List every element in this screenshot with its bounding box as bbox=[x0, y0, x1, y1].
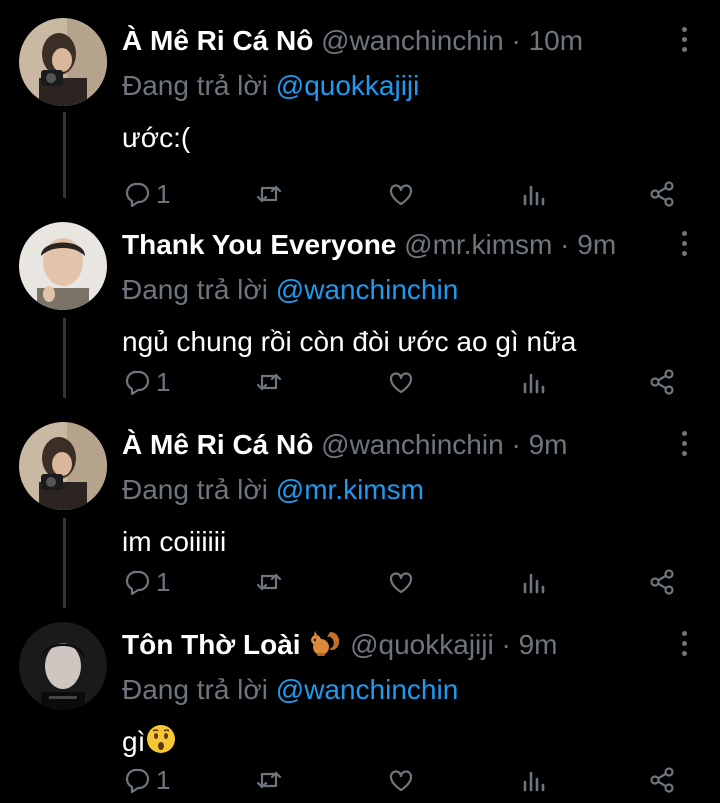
tweet-text: im coiiiiii bbox=[122, 526, 227, 557]
replying-label: Đang trả lời bbox=[122, 474, 268, 505]
separator: · bbox=[501, 629, 511, 660]
analytics-icon bbox=[523, 185, 545, 206]
reply-button[interactable]: 1 bbox=[122, 176, 170, 212]
reply-count: 1 bbox=[156, 566, 171, 597]
separator: · bbox=[511, 429, 521, 460]
tweet-text-row: gì bbox=[122, 722, 177, 762]
retweet-button[interactable] bbox=[254, 176, 284, 212]
retweet-icon bbox=[256, 573, 282, 591]
reply-to-mention[interactable]: @wanchinchin bbox=[276, 274, 459, 305]
more-options-icon[interactable] bbox=[674, 428, 694, 458]
reply-icon bbox=[125, 182, 150, 208]
like-button[interactable] bbox=[386, 762, 416, 798]
squirrel-emoji-icon bbox=[311, 631, 340, 656]
tweet-text: ước:( bbox=[122, 122, 191, 153]
tweet-text: ngủ chung rồi còn đòi ước ao gì nữa bbox=[122, 326, 577, 357]
heart-icon bbox=[389, 184, 413, 206]
action-bar: 1 bbox=[122, 564, 682, 600]
display-name[interactable]: À Mê Ri Cá Nô bbox=[122, 429, 313, 460]
reply-button[interactable]: 1 bbox=[122, 564, 170, 600]
replying-to: Đang trả lời @mr.kimsm bbox=[122, 470, 424, 510]
replying-to: Đang trả lời @wanchinchin bbox=[122, 670, 458, 710]
analytics-icon bbox=[523, 573, 545, 594]
retweet-button[interactable] bbox=[254, 762, 284, 798]
avatar[interactable] bbox=[19, 18, 107, 106]
timestamp[interactable]: 9m bbox=[529, 429, 568, 460]
tweet-text: gì bbox=[122, 726, 146, 757]
retweet-button[interactable] bbox=[254, 564, 284, 600]
timestamp[interactable]: 9m bbox=[577, 229, 616, 260]
share-button[interactable] bbox=[648, 176, 678, 212]
separator: · bbox=[511, 25, 521, 56]
analytics-icon bbox=[523, 373, 545, 394]
action-bar: 1 bbox=[122, 364, 682, 400]
display-name[interactable]: À Mê Ri Cá Nô bbox=[122, 25, 313, 56]
heart-icon bbox=[389, 572, 413, 594]
retweet-button[interactable] bbox=[254, 364, 284, 400]
share-icon bbox=[650, 569, 674, 595]
like-button[interactable] bbox=[386, 176, 416, 212]
reply-count: 1 bbox=[156, 764, 171, 795]
handle[interactable]: @wanchinchin bbox=[321, 429, 504, 460]
thread-line bbox=[63, 518, 66, 608]
replying-label: Đang trả lời bbox=[122, 70, 268, 101]
more-options-icon[interactable] bbox=[674, 228, 694, 258]
share-button[interactable] bbox=[648, 564, 678, 600]
analytics-button[interactable] bbox=[518, 762, 548, 798]
handle[interactable]: @wanchinchin bbox=[321, 25, 504, 56]
reply-to-mention[interactable]: @wanchinchin bbox=[276, 674, 459, 705]
analytics-button[interactable] bbox=[518, 176, 548, 212]
thread-line bbox=[63, 112, 66, 198]
surprised-face-emoji-icon bbox=[147, 725, 176, 753]
replying-label: Đang trả lời bbox=[122, 274, 268, 305]
separator: · bbox=[560, 229, 570, 260]
like-button[interactable] bbox=[386, 364, 416, 400]
avatar[interactable] bbox=[19, 222, 107, 310]
tweet-header: À Mê Ri Cá Nô @wanchinchin · 9m bbox=[122, 425, 670, 465]
handle[interactable]: @quokkajiji bbox=[350, 629, 494, 660]
timestamp[interactable]: 10m bbox=[529, 25, 583, 56]
tweet-header: Thank You Everyone @mr.kimsm · 9m bbox=[122, 225, 670, 265]
share-icon bbox=[650, 767, 674, 793]
replying-to: Đang trả lời @wanchinchin bbox=[122, 270, 458, 310]
display-name[interactable]: Thank You Everyone bbox=[122, 229, 396, 260]
more-options-icon[interactable] bbox=[674, 24, 694, 54]
action-bar: 1 bbox=[122, 176, 682, 212]
reply-icon bbox=[125, 370, 150, 396]
reply-button[interactable]: 1 bbox=[122, 364, 170, 400]
handle[interactable]: @mr.kimsm bbox=[404, 229, 552, 260]
retweet-icon bbox=[256, 373, 282, 391]
share-icon bbox=[650, 369, 674, 395]
action-bar: 1 bbox=[122, 762, 682, 798]
analytics-button[interactable] bbox=[518, 364, 548, 400]
reply-to-mention[interactable]: @mr.kimsm bbox=[276, 474, 424, 505]
more-options-icon[interactable] bbox=[674, 628, 694, 658]
share-icon bbox=[650, 181, 674, 207]
share-button[interactable] bbox=[648, 364, 678, 400]
retweet-icon bbox=[256, 185, 282, 203]
reply-icon bbox=[125, 768, 150, 794]
reply-count: 1 bbox=[156, 178, 171, 209]
avatar[interactable] bbox=[19, 622, 107, 710]
reply-icon bbox=[125, 570, 150, 596]
replying-to: Đang trả lời @quokkajiji bbox=[122, 66, 419, 106]
reply-count: 1 bbox=[156, 366, 171, 397]
thread-line bbox=[63, 318, 66, 398]
reply-button[interactable]: 1 bbox=[122, 762, 170, 798]
timestamp[interactable]: 9m bbox=[519, 629, 558, 660]
heart-icon bbox=[389, 372, 413, 394]
analytics-button[interactable] bbox=[518, 564, 548, 600]
retweet-icon bbox=[256, 771, 282, 789]
replying-label: Đang trả lời bbox=[122, 674, 268, 705]
share-button[interactable] bbox=[648, 762, 678, 798]
tweet-header: Tôn Thờ Loài @quokkajiji · 9m bbox=[122, 625, 670, 665]
like-button[interactable] bbox=[386, 564, 416, 600]
tweet-header: À Mê Ri Cá Nô @wanchinchin · 10m bbox=[122, 21, 670, 61]
avatar[interactable] bbox=[19, 422, 107, 510]
reply-to-mention[interactable]: @quokkajiji bbox=[276, 70, 420, 101]
display-name[interactable]: Tôn Thờ Loài bbox=[122, 629, 301, 660]
heart-icon bbox=[389, 770, 413, 792]
analytics-icon bbox=[523, 771, 545, 792]
